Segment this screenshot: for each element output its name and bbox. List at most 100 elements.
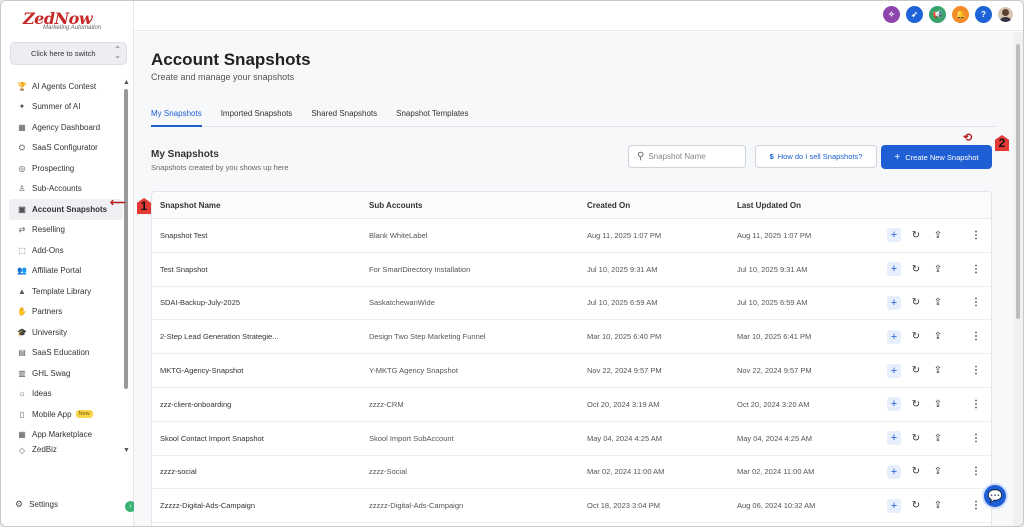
table-row[interactable]: 2-Step Lead Generation Strategie... Desig… bbox=[152, 320, 991, 355]
sidebar-item-saas-education[interactable]: ▤ SaaS Education bbox=[9, 343, 123, 364]
share-icon[interactable]: ⇪ bbox=[931, 364, 945, 378]
sidebar-item-label: Template Library bbox=[32, 286, 92, 296]
add-icon[interactable]: + bbox=[887, 498, 901, 513]
sidebar-item-affiliate-portal[interactable]: 👥 Affiliate Portal bbox=[9, 261, 123, 282]
share-icon[interactable]: ⇪ bbox=[931, 431, 945, 445]
sidebar-item-template-library[interactable]: ▲ Template Library bbox=[9, 281, 123, 302]
chat-widget-button[interactable]: 💬 bbox=[982, 483, 1008, 509]
tab-imported-snapshots[interactable]: Imported Snapshots bbox=[221, 107, 293, 127]
sidebar-item-reselling[interactable]: ⇄ Reselling bbox=[9, 220, 123, 241]
more-options-icon[interactable]: ⋮ bbox=[971, 365, 981, 376]
account-switcher[interactable]: Click here to switch ⌃ ⌄ bbox=[10, 42, 127, 65]
share-icon[interactable]: ⇪ bbox=[931, 262, 945, 276]
table-row[interactable]: Skool Contact Import Snapshot Skool Impor… bbox=[152, 422, 991, 456]
sidebar-scrollbar[interactable]: ▲ ▼ bbox=[123, 79, 130, 459]
more-options-icon[interactable]: ⋮ bbox=[971, 331, 981, 342]
refresh-icon[interactable]: ↻ bbox=[909, 296, 923, 310]
sidebar-item-prospecting[interactable]: ◎ Prospecting bbox=[9, 158, 123, 179]
tab-shared-snapshots[interactable]: Shared Snapshots bbox=[311, 107, 377, 127]
table-row[interactable]: Zzzzz-Digital-Ads-Campaign zzzzz-Digital-… bbox=[152, 489, 991, 524]
section-subtitle: Snapshots created by you shows up here bbox=[151, 163, 289, 172]
sidebar-scroll-thumb[interactable] bbox=[124, 89, 128, 389]
main-scroll-thumb[interactable] bbox=[1016, 44, 1020, 319]
sidebar-item-sub-accounts[interactable]: ♙ Sub-Accounts bbox=[9, 179, 123, 200]
sidebar-item-ghl-swag[interactable]: ▥ GHL Swag bbox=[9, 363, 123, 384]
sidebar-item-saas-configurator[interactable]: ⛭ SaaS Configurator bbox=[9, 138, 123, 159]
scroll-up-icon[interactable]: ▲ bbox=[123, 79, 130, 86]
col-sub-accounts[interactable]: Sub Accounts bbox=[369, 201, 587, 210]
table-row[interactable]: Test Snapshot For SmartDirectory Installa… bbox=[152, 253, 991, 287]
table-row[interactable]: SDAI-Backup-July-2025 SaskatchewanWide Jul… bbox=[152, 287, 991, 321]
trophy-icon: 🏆 bbox=[17, 81, 27, 91]
table-row[interactable]: zzz-client-onboarding zzzz-CRM Oct 20, 202… bbox=[152, 388, 991, 422]
refresh-icon[interactable]: ↻ bbox=[909, 499, 923, 513]
updated-on-cell: Jul 10, 2025 9:31 AM bbox=[737, 264, 808, 274]
refresh-icon[interactable]: ↻ bbox=[909, 465, 923, 479]
sidebar-item-add-ons[interactable]: ⬚ Add-Ons bbox=[9, 240, 123, 261]
more-options-icon[interactable]: ⋮ bbox=[971, 264, 981, 275]
sidebar-item-mobile-app[interactable]: ▯ Mobile App New bbox=[9, 404, 123, 425]
main-scrollbar[interactable] bbox=[1013, 32, 1023, 526]
sidebar-item-summer-of-ai[interactable]: ✦ Summer of AI bbox=[9, 97, 123, 118]
share-icon[interactable]: ⇪ bbox=[931, 499, 945, 513]
sidebar-item-partners[interactable]: ✋ Partners bbox=[9, 302, 123, 323]
col-last-updated[interactable]: Last Updated On bbox=[737, 201, 887, 210]
bell-icon[interactable]: 🔔 bbox=[952, 6, 969, 23]
add-icon[interactable]: + bbox=[887, 329, 901, 344]
create-snapshot-button[interactable]: + Create New Snapshot bbox=[881, 145, 992, 169]
sidebar-item-ai-agents-contest[interactable]: 🏆 AI Agents Contest bbox=[9, 76, 123, 97]
table-row[interactable]: Snapshot Test Blank WhiteLabel Aug 11, 202… bbox=[152, 219, 991, 253]
add-icon[interactable]: + bbox=[887, 431, 901, 446]
more-options-icon[interactable]: ⋮ bbox=[971, 500, 981, 511]
snapshot-name-cell: Zzzzz-Digital-Ads-Campaign bbox=[160, 501, 256, 511]
col-created-on[interactable]: Created On bbox=[587, 201, 737, 210]
more-options-icon[interactable]: ⋮ bbox=[971, 399, 981, 410]
sidebar-item-app-marketplace[interactable]: ▦ App Marketplace bbox=[9, 425, 123, 446]
refresh-icon[interactable]: ↻ bbox=[909, 228, 923, 242]
add-icon[interactable]: + bbox=[887, 397, 901, 412]
refresh-icon[interactable]: ↻ bbox=[909, 431, 923, 445]
new-badge: New bbox=[75, 410, 93, 419]
sidebar-item-account-snapshots[interactable]: ▣ Account Snapshots bbox=[9, 199, 123, 220]
updated-on-cell: Oct 20, 2024 3:20 AM bbox=[737, 399, 810, 409]
table-row[interactable]: zzzz-social zzzz-Social Mar 02, 2024 11:00… bbox=[152, 456, 991, 490]
more-options-icon[interactable]: ⋮ bbox=[971, 230, 981, 241]
sidebar-item-ideas[interactable]: ☼ Ideas bbox=[9, 384, 123, 405]
refresh-icon[interactable]: ↻ bbox=[909, 397, 923, 411]
add-icon[interactable]: + bbox=[887, 295, 901, 310]
reselling-icon: ⇄ bbox=[18, 225, 26, 235]
col-snapshot-name[interactable]: Snapshot Name bbox=[152, 201, 369, 210]
add-icon[interactable]: + bbox=[887, 363, 901, 378]
how-to-sell-button[interactable]: $ How do I sell Snapshots? bbox=[755, 145, 877, 168]
refresh-icon[interactable]: ↻ bbox=[909, 262, 923, 276]
add-icon[interactable]: + bbox=[887, 262, 901, 277]
tab-snapshot-templates[interactable]: Snapshot Templates bbox=[396, 107, 468, 127]
table-row[interactable]: MKTG-Agency-Snapshot Y-MKTG Agency Snapsh… bbox=[152, 354, 991, 388]
add-icon[interactable]: + bbox=[887, 228, 901, 243]
add-icon[interactable]: + bbox=[887, 464, 901, 479]
tab-my-snapshots[interactable]: My Snapshots bbox=[151, 107, 202, 127]
snapshot-search-input[interactable]: ⚲ Snapshot Name bbox=[628, 145, 746, 168]
sub-account-cell: Blank WhiteLabel bbox=[369, 230, 428, 240]
more-options-icon[interactable]: ⋮ bbox=[971, 433, 981, 444]
share-icon[interactable]: ⇪ bbox=[931, 330, 945, 344]
scroll-down-icon[interactable]: ▼ bbox=[123, 447, 130, 454]
sidebar-item-university[interactable]: 🎓 University bbox=[9, 322, 123, 343]
sidebar-settings[interactable]: ⚙ Settings bbox=[15, 499, 58, 510]
sidebar-item-zedbiz[interactable]: ◇ ZedBiz bbox=[9, 445, 123, 455]
more-options-icon[interactable]: ⋮ bbox=[971, 466, 981, 477]
share-icon[interactable]: ⇪ bbox=[931, 465, 945, 479]
share-icon[interactable]: ⇪ bbox=[931, 397, 945, 411]
share-icon[interactable]: ⇪ bbox=[931, 228, 945, 242]
sidebar-item-agency-dashboard[interactable]: ▦ Agency Dashboard bbox=[9, 117, 123, 138]
avatar[interactable] bbox=[998, 7, 1013, 22]
megaphone-icon[interactable]: 📢 bbox=[929, 6, 946, 23]
help-icon[interactable]: ? bbox=[975, 6, 992, 23]
share-icon[interactable]: ⇪ bbox=[931, 296, 945, 310]
ai-icon[interactable]: ✧ bbox=[883, 6, 900, 23]
refresh-icon[interactable]: ↻ bbox=[909, 364, 923, 378]
more-options-icon[interactable]: ⋮ bbox=[971, 297, 981, 308]
refresh-icon[interactable]: ↻ bbox=[909, 330, 923, 344]
updated-on-cell: May 04, 2024 4:25 AM bbox=[737, 433, 813, 443]
rocket-icon[interactable]: ➶ bbox=[906, 6, 923, 23]
